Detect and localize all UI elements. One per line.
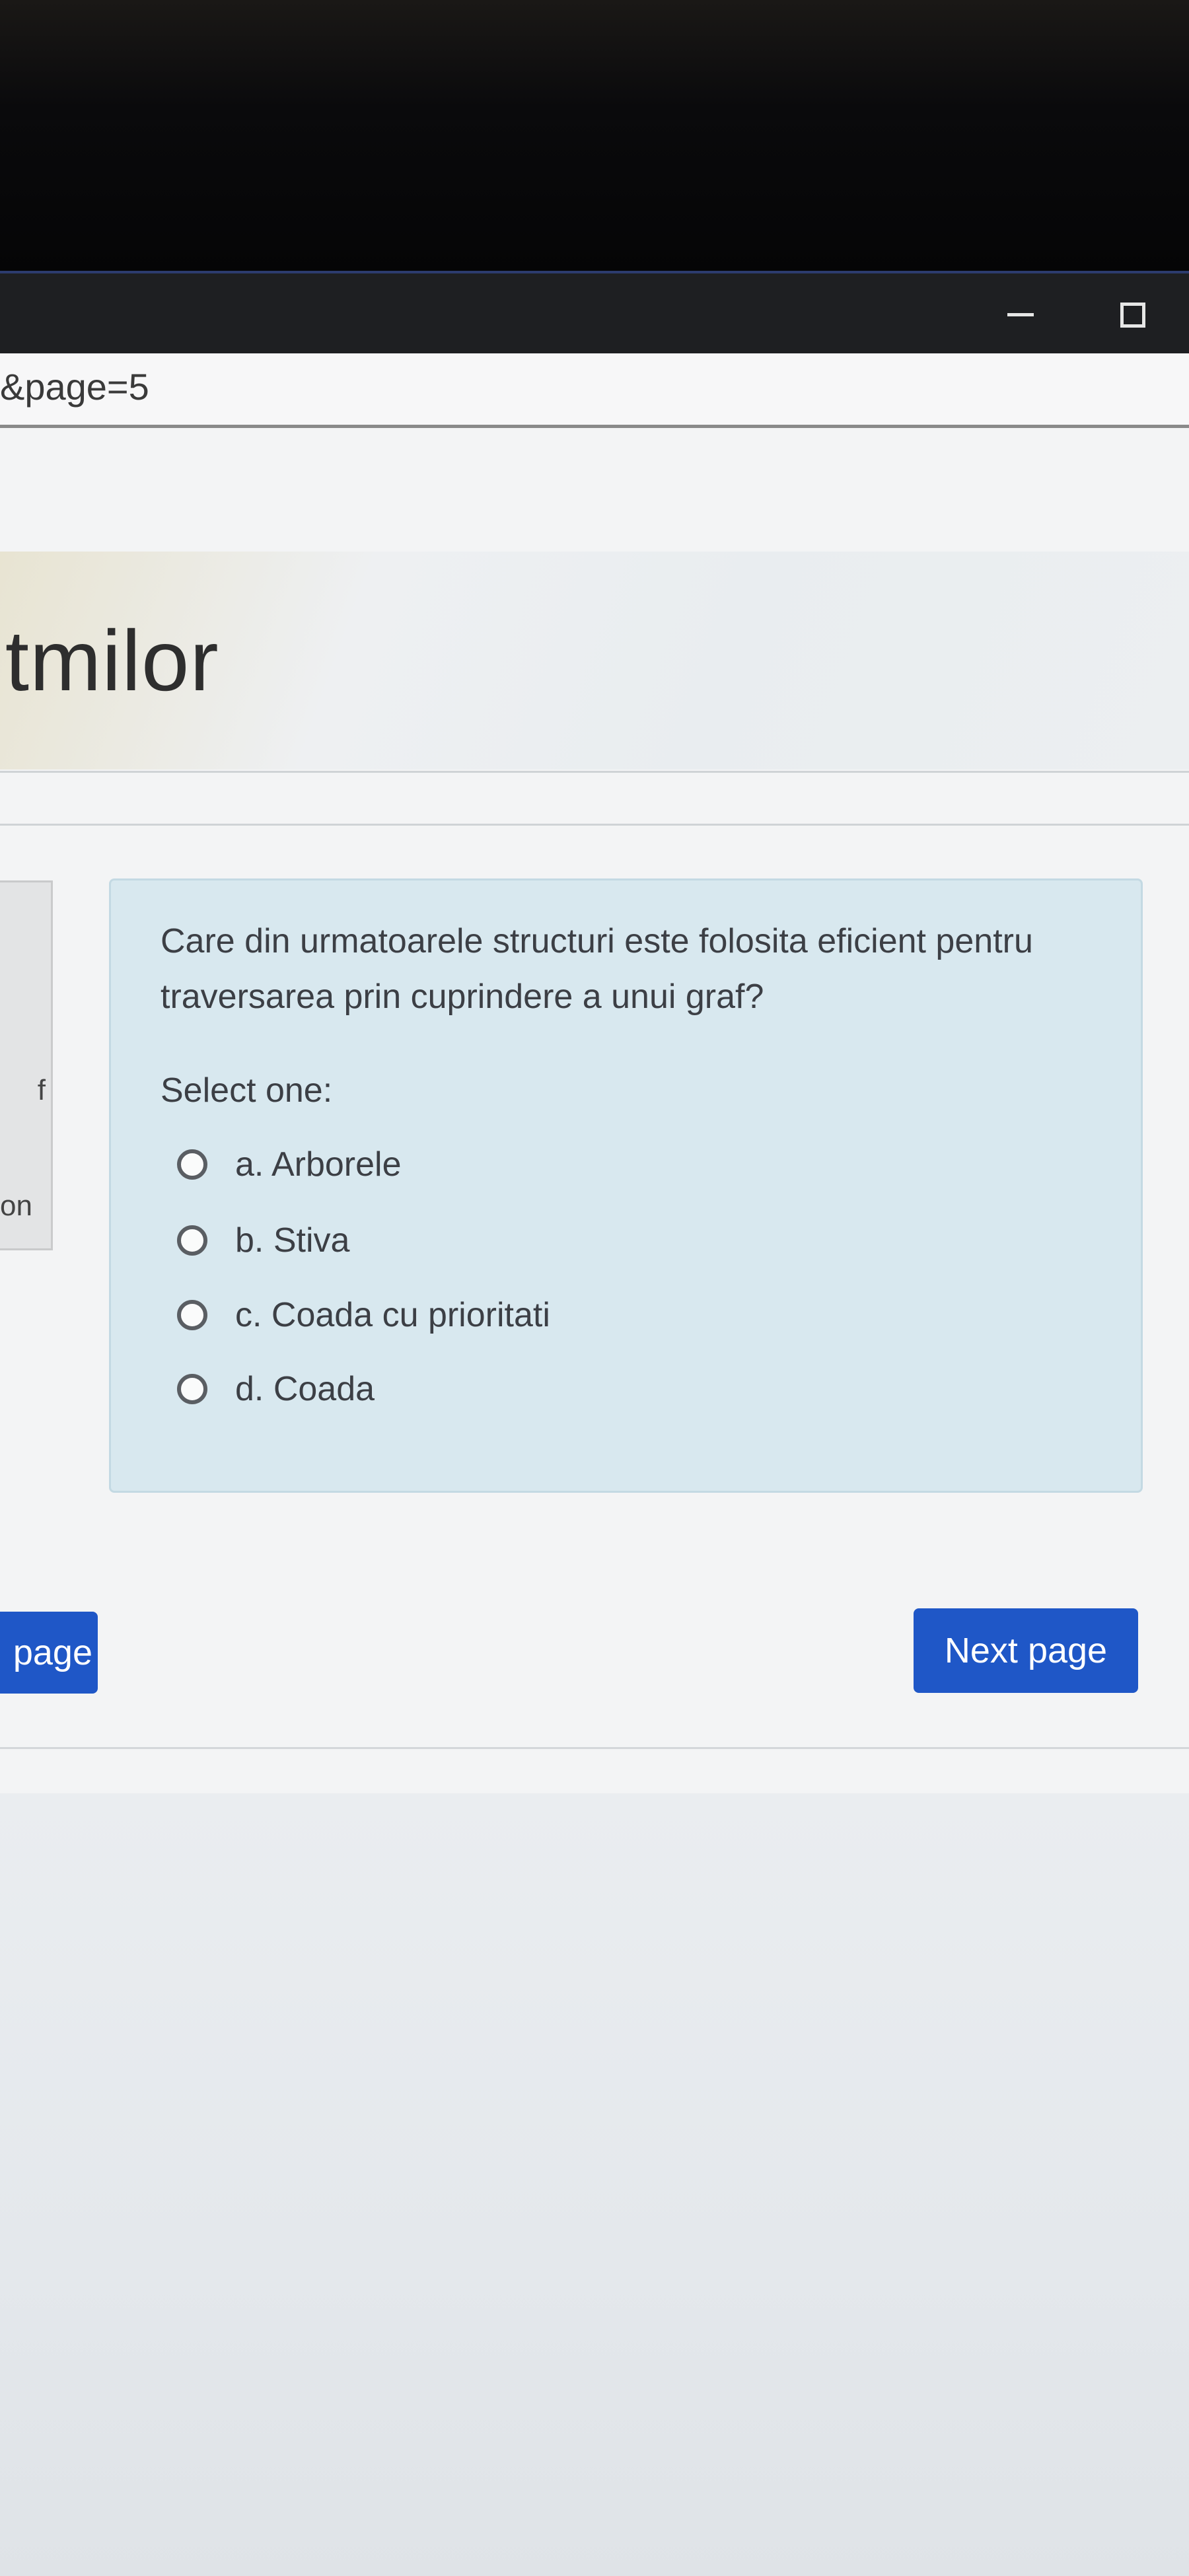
maximize-button[interactable]: [1093, 273, 1172, 356]
browser-viewport: &page=5 itmilor f on Care din urmatoarel…: [0, 353, 1189, 2576]
option-a[interactable]: a. Arborele: [177, 1138, 402, 1191]
option-label[interactable]: d. Coada: [235, 1369, 375, 1409]
page-footer-area: [0, 1793, 1189, 2576]
option-label[interactable]: c. Coada cu prioritati: [235, 1295, 550, 1335]
question-card: Care din urmatoarele structuri este folo…: [109, 878, 1143, 1493]
maximize-icon: [1120, 302, 1145, 328]
question-info-card: f on: [0, 880, 53, 1250]
select-one-prompt: Select one:: [161, 1071, 333, 1110]
previous-page-button[interactable]: page: [0, 1612, 98, 1694]
option-label[interactable]: a. Arborele: [235, 1145, 402, 1184]
content-divider: [0, 824, 1189, 826]
page-title: itmilor: [0, 612, 219, 709]
option-b[interactable]: b. Stiva: [177, 1214, 349, 1267]
info-card-text-2: on: [0, 1190, 32, 1222]
window-titlebar: [0, 271, 1189, 356]
radio-button[interactable]: [177, 1225, 207, 1256]
address-bar[interactable]: &page=5: [0, 353, 1189, 428]
option-label[interactable]: b. Stiva: [235, 1221, 349, 1260]
info-card-text-1: f: [37, 1074, 46, 1106]
option-d[interactable]: d. Coada: [177, 1363, 375, 1415]
course-header: itmilor: [0, 552, 1189, 769]
minimize-icon: [1007, 313, 1034, 316]
header-divider: [0, 771, 1189, 773]
monitor-bezel: [0, 0, 1189, 271]
next-page-button[interactable]: Next page: [914, 1608, 1138, 1693]
radio-button[interactable]: [177, 1149, 207, 1180]
option-c[interactable]: c. Coada cu prioritati: [177, 1289, 550, 1342]
radio-button[interactable]: [177, 1300, 207, 1330]
minimize-button[interactable]: [981, 273, 1060, 356]
url-text: &page=5: [0, 366, 149, 408]
radio-button[interactable]: [177, 1374, 207, 1404]
question-text: Care din urmatoarele structuri este folo…: [161, 922, 1033, 1016]
footer-divider: [0, 1747, 1189, 1749]
